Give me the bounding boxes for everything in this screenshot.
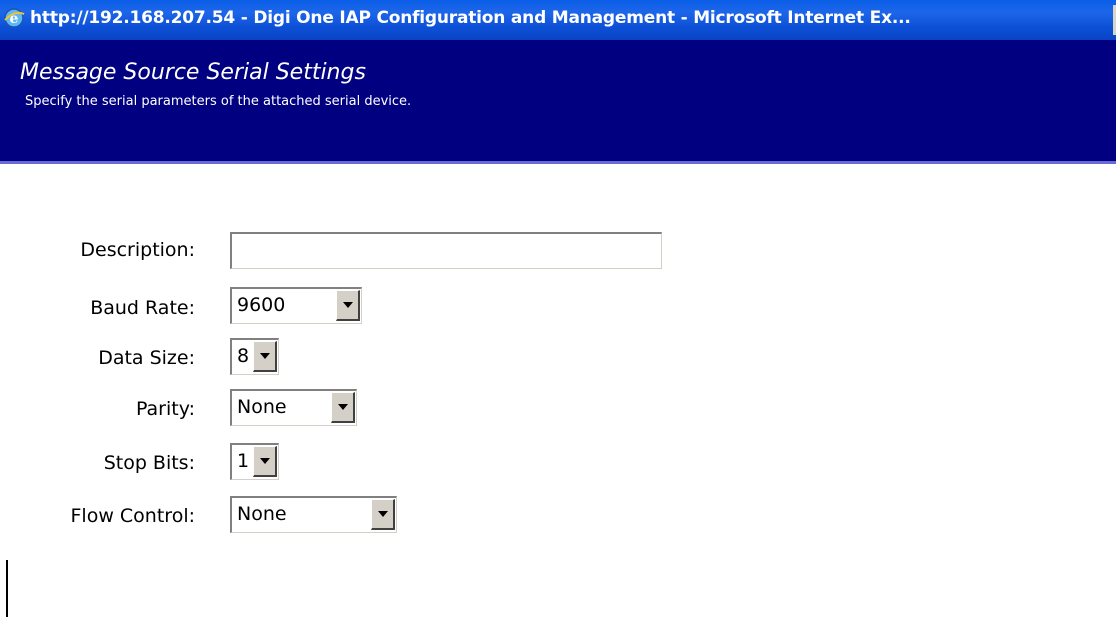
internet-explorer-icon: e (2, 6, 26, 30)
chevron-down-icon[interactable] (371, 499, 395, 530)
page-subtitle: Specify the serial parameters of the att… (25, 94, 412, 109)
data-size-label: Data Size: (98, 347, 195, 369)
description-field[interactable] (230, 232, 662, 269)
parity-select[interactable]: None (230, 389, 357, 426)
baud-rate-label: Baud Rate: (90, 297, 195, 319)
parity-label: Parity: (135, 398, 195, 420)
stop-bits-value: 1 (237, 450, 250, 472)
stop-bits-label: Stop Bits: (103, 452, 195, 474)
page-title: Message Source Serial Settings (20, 60, 366, 85)
chevron-down-icon[interactable] (253, 341, 277, 372)
description-label: Description: (80, 239, 195, 261)
flow-control-value: None (237, 503, 287, 525)
window-titlebar[interactable]: e http://192.168.207.54 - Digi One IAP C… (0, 0, 1116, 40)
chevron-down-icon[interactable] (331, 392, 355, 423)
chevron-down-icon[interactable] (253, 446, 277, 477)
chevron-down-icon[interactable] (336, 290, 360, 321)
window-left-edge (6, 560, 8, 617)
baud-rate-value: 9600 (237, 294, 286, 316)
flow-control-select[interactable]: None (230, 496, 397, 533)
baud-rate-select[interactable]: 9600 (230, 287, 362, 324)
flow-control-label: Flow Control: (70, 505, 196, 527)
stop-bits-select[interactable]: 1 (230, 443, 279, 480)
parity-value: None (237, 396, 287, 418)
window-title: http://192.168.207.54 - Digi One IAP Con… (30, 8, 911, 28)
data-size-value: 8 (237, 345, 250, 367)
data-size-select[interactable]: 8 (230, 338, 279, 375)
